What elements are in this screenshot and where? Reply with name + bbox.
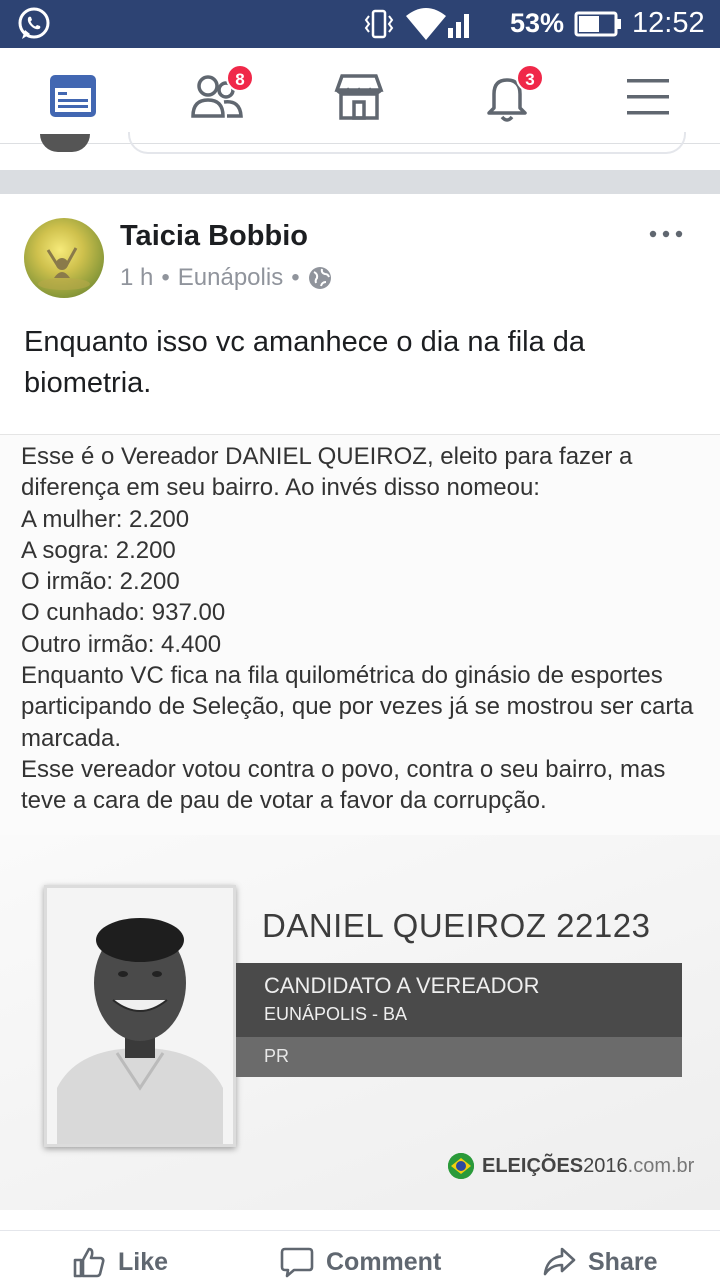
like-label: Like	[118, 1247, 169, 1276]
meta-separator: •	[291, 264, 300, 291]
thumbs-up-icon	[73, 1247, 105, 1278]
candidate-card: DANIEL QUEIROZ 22123 CANDIDATO A VEREADO…	[0, 835, 720, 1210]
candidate-info-box: CANDIDATO A VEREADOR EUNÁPOLIS - BA PR	[236, 963, 682, 1077]
battery-icon	[574, 11, 621, 37]
image-caption-text: Esse é o Vereador DANIEL QUEIROZ, eleito…	[21, 443, 694, 815]
feed-divider	[0, 170, 720, 194]
share-button[interactable]: Share	[542, 1245, 657, 1279]
status-bar: 53% 12:52	[0, 0, 720, 48]
nav-notifications[interactable]: 3	[480, 64, 544, 124]
author-name[interactable]: Taicia Bobbio	[120, 220, 308, 253]
avatar-photo	[38, 247, 90, 290]
post-time[interactable]: 1 h	[120, 264, 153, 292]
notifications-badge: 3	[516, 64, 544, 92]
comment-icon	[280, 1247, 314, 1278]
composer-strip	[0, 132, 720, 170]
hamburger-icon	[627, 79, 669, 115]
top-nav-bar: 8 3	[0, 48, 720, 144]
candidate-city: EUNÁPOLIS - BA	[264, 1004, 408, 1024]
wifi-icon	[406, 8, 469, 40]
candidate-party: PR	[236, 1037, 682, 1077]
vibrate-icon	[364, 9, 394, 39]
meta-separator: •	[161, 264, 170, 291]
globe-icon	[308, 267, 331, 289]
whatsapp-icon	[18, 7, 50, 39]
user-avatar[interactable]	[40, 134, 90, 152]
share-icon	[543, 1247, 576, 1276]
eleicoes-year: 2016	[583, 1154, 628, 1177]
author-avatar[interactable]	[24, 218, 104, 298]
clock: 12:52	[632, 7, 705, 39]
nav-news-feed[interactable]	[46, 70, 100, 124]
comment-button[interactable]: Comment	[280, 1245, 441, 1279]
post-meta: 1 h • Eunápolis •	[120, 264, 332, 292]
nav-marketplace[interactable]	[332, 70, 386, 124]
post-location[interactable]: Eunápolis	[178, 264, 283, 292]
friend-requests-badge: 8	[226, 64, 254, 92]
nav-friend-requests[interactable]: 8	[190, 64, 254, 124]
feed-post: Taicia Bobbio 1 h • Eunápolis • Enquanto…	[0, 194, 720, 1280]
nav-menu[interactable]	[622, 70, 676, 124]
candidate-photo	[44, 885, 236, 1147]
candidate-name-number: DANIEL QUEIROZ 22123	[262, 907, 651, 944]
eleicoes-brand: ELEIÇÕES	[482, 1154, 584, 1177]
eleicoes-logo: ELEIÇÕES2016.com.br	[448, 1153, 694, 1179]
status-composer-input[interactable]	[128, 132, 686, 154]
comment-label: Comment	[326, 1247, 442, 1276]
news-feed-icon	[50, 75, 96, 117]
like-button[interactable]: Like	[72, 1245, 168, 1279]
marketplace-icon	[334, 74, 384, 120]
eleicoes-domain: .com.br	[627, 1154, 695, 1177]
post-action-bar: Like Comment Share	[0, 1230, 720, 1280]
post-text: Enquanto isso vc amanhece o dia na fila …	[24, 326, 586, 399]
candidate-portrait	[47, 888, 233, 1144]
brazil-flag-icon	[448, 1153, 474, 1179]
post-image[interactable]: Esse é o Vereador DANIEL QUEIROZ, eleito…	[0, 434, 720, 1210]
battery-percent: 53%	[510, 8, 565, 38]
candidate-role: CANDIDATO A VEREADOR	[264, 973, 540, 998]
more-options-icon[interactable]	[648, 222, 684, 246]
share-label: Share	[588, 1247, 658, 1276]
